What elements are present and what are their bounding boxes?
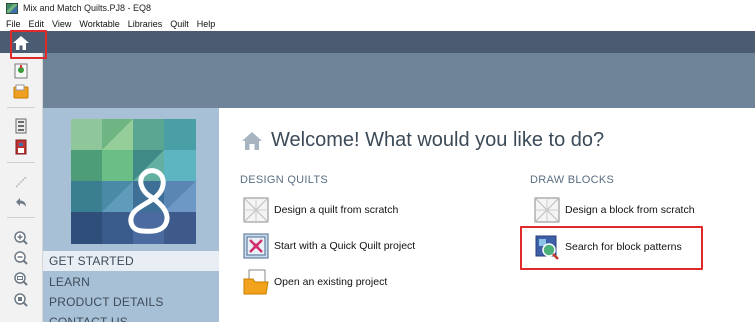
- zoom-out-button[interactable]: [11, 249, 31, 267]
- menu-libraries[interactable]: Libraries: [124, 19, 167, 29]
- eq8-logo-graphic: [71, 119, 196, 244]
- action-label: Open an existing project: [274, 276, 388, 288]
- toolbar-separator: [7, 162, 35, 163]
- menu-file[interactable]: File: [2, 19, 25, 29]
- undo-button[interactable]: [11, 194, 31, 212]
- blank-block-icon: [534, 197, 560, 223]
- toolbar-separator: [7, 107, 35, 108]
- eq8-app-icon: [6, 2, 18, 14]
- design-block-from-scratch[interactable]: Design a block from scratch: [534, 197, 695, 223]
- zoom-fit-button[interactable]: [11, 270, 31, 288]
- zoom-in-button[interactable]: [11, 229, 31, 247]
- design-quilt-from-scratch[interactable]: Design a quilt from scratch: [243, 197, 398, 223]
- nav-product-details[interactable]: PRODUCT DETAILS: [43, 292, 219, 312]
- menu-help[interactable]: Help: [193, 19, 220, 29]
- action-label: Search for block patterns: [565, 241, 682, 253]
- home-button[interactable]: [9, 33, 33, 52]
- block-search-icon: [535, 235, 559, 260]
- start-panel-sidebar: GET STARTED LEARN PRODUCT DETAILS CONTAC…: [43, 108, 219, 322]
- welcome-title: Welcome! What would you like to do?: [271, 129, 605, 151]
- nav-contact-us[interactable]: CONTACT US: [43, 312, 219, 322]
- new-project-button[interactable]: [11, 62, 31, 80]
- eq8-logo: [71, 119, 196, 244]
- eq8-app-window: Mix and Match Quilts.PJ8 - EQ8 File Edit…: [0, 0, 755, 322]
- menu-bar: File Edit View Worktable Libraries Quilt…: [0, 16, 755, 31]
- left-toolbar: [0, 31, 43, 322]
- title-bar: Mix and Match Quilts.PJ8 - EQ8: [0, 0, 755, 16]
- library-button[interactable]: [11, 138, 31, 156]
- undo-icon: [16, 198, 26, 207]
- action-label: Start with a Quick Quilt project: [274, 240, 416, 252]
- header-subband: [43, 53, 755, 108]
- menu-edit[interactable]: Edit: [25, 19, 49, 29]
- blank-quilt-icon: [243, 197, 269, 223]
- start-quick-quilt-project[interactable]: Start with a Quick Quilt project: [243, 233, 415, 259]
- line-tool-icon: [15, 176, 27, 188]
- zoom-in-icon: [14, 231, 28, 245]
- search-for-block-patterns[interactable]: Search for block patterns: [534, 234, 682, 260]
- zoom-out-icon: [14, 251, 28, 265]
- line-tool-button[interactable]: [11, 173, 31, 191]
- zoom-actual-button[interactable]: [11, 291, 31, 309]
- zoom-fit-icon: [14, 272, 28, 286]
- nav-learn[interactable]: LEARN: [43, 272, 219, 292]
- window-title: Mix and Match Quilts.PJ8 - EQ8: [23, 3, 152, 13]
- toolbar-separator: [7, 217, 35, 218]
- import-icon: [15, 118, 27, 134]
- open-existing-project[interactable]: Open an existing project: [243, 269, 387, 295]
- header-band: [43, 31, 755, 53]
- design-quilts-heading: DESIGN QUILTS: [240, 174, 329, 186]
- book-icon: [15, 139, 27, 155]
- zoom-actual-icon: [14, 293, 28, 307]
- quick-quilt-icon: [243, 233, 269, 259]
- open-project-button[interactable]: [11, 83, 31, 101]
- home-icon: [13, 35, 29, 50]
- import-button[interactable]: [11, 117, 31, 135]
- open-project-icon: [243, 269, 269, 295]
- menu-quilt[interactable]: Quilt: [166, 19, 193, 29]
- menu-view[interactable]: View: [48, 19, 75, 29]
- nav-get-started[interactable]: GET STARTED: [43, 251, 219, 271]
- open-folder-icon: [13, 84, 29, 99]
- action-label: Design a block from scratch: [565, 204, 695, 216]
- menu-worktable[interactable]: Worktable: [75, 19, 123, 29]
- draw-blocks-heading: DRAW BLOCKS: [530, 174, 615, 186]
- new-project-icon: [14, 63, 28, 79]
- welcome-content: Welcome! What would you like to do? DESI…: [219, 108, 755, 322]
- home-icon: [242, 131, 262, 150]
- welcome-header: Welcome! What would you like to do?: [241, 129, 604, 152]
- action-label: Design a quilt from scratch: [274, 204, 399, 216]
